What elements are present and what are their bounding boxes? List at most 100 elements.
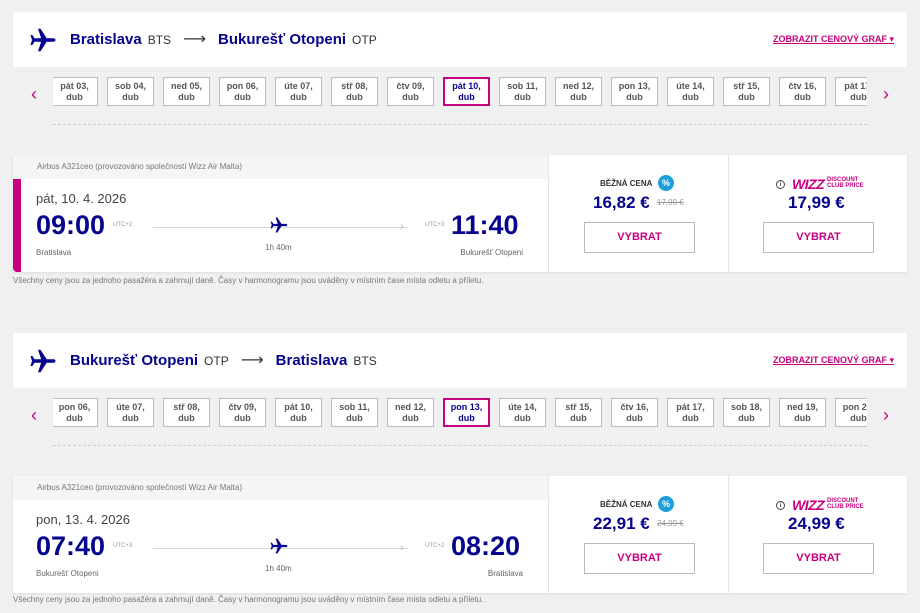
price-graph-link[interactable]: ZOBRAZIT CENOVÝ GRAF ▾: [773, 355, 894, 366]
date-chip[interactable]: čtv 09, dub: [387, 77, 434, 106]
airplane-icon: [30, 349, 56, 373]
date-chip[interactable]: úte 14, dub: [667, 77, 714, 106]
date-chip[interactable]: pon 13, dub: [443, 398, 490, 427]
arrival-city: Bratislava: [487, 569, 523, 578]
chevron-left-icon[interactable]: ‹: [27, 405, 41, 425]
date-chip[interactable]: pát 10, dub: [275, 398, 322, 427]
select-regular-button[interactable]: VYBRAT: [584, 222, 695, 253]
date-chip[interactable]: pon 06, dub: [219, 77, 266, 106]
date-chip[interactable]: pon 06, dub: [53, 398, 98, 427]
date-chip[interactable]: stř 15, dub: [723, 77, 770, 106]
regular-fare-label: BĚŽNÁ CENA: [600, 500, 653, 509]
flight-card: Airbus A321ceo (provozováno společností …: [13, 155, 907, 272]
date-chip[interactable]: sob 04, dub: [107, 77, 154, 106]
chevron-right-icon[interactable]: ›: [879, 84, 893, 104]
date-chip[interactable]: pát 03, dub: [53, 77, 98, 106]
date-chip-month: dub: [402, 92, 419, 102]
dates-viewport: pát 03, dub sob 04, dub ned 05, dub pon 06, dub…: [53, 77, 867, 109]
date-chip[interactable]: ned 12, dub: [387, 398, 434, 427]
disclaimer: Všechny ceny jsou za jednoho pasažéra a …: [13, 595, 484, 604]
date-chip[interactable]: pon 13, dub: [611, 77, 658, 106]
chevron-left-icon[interactable]: ‹: [27, 84, 41, 104]
date-chip-day: úte 14,: [676, 81, 705, 91]
airplane-icon: [30, 28, 56, 52]
wizz-logo-text: WIZZ: [792, 497, 825, 513]
date-chip[interactable]: stř 15, dub: [555, 398, 602, 427]
date-chip[interactable]: úte 07, dub: [275, 77, 322, 106]
date-chip-day: pon 13,: [450, 402, 483, 412]
select-club-button[interactable]: VYBRAT: [763, 543, 874, 574]
date-chip[interactable]: pát 17,dub: [667, 398, 714, 427]
date-chip[interactable]: úte 07, dub: [107, 398, 154, 427]
date-chip-day: pát 10,: [284, 402, 313, 412]
dates-row: pon 06, dub úte 07, dub stř 08, dub čtv 09, dub…: [53, 398, 867, 428]
date-chip-month: dub: [290, 413, 307, 423]
date-chip[interactable]: sob 18, dub: [723, 398, 770, 427]
aircraft-info: Airbus A321ceo (provozováno společností …: [37, 483, 242, 492]
date-chip-day: čtv 09,: [228, 402, 257, 412]
date-chip[interactable]: ned 05, dub: [163, 77, 210, 106]
select-regular-button[interactable]: VYBRAT: [584, 543, 695, 574]
date-chip-day: sob 11,: [507, 81, 538, 91]
date-chip[interactable]: stř 08, dub: [163, 398, 210, 427]
destination-city: Bukurešť Otopeni: [218, 31, 347, 48]
route-header: Bukurešť Otopeni OTP ⟶ Bratislava BTS ZO…: [13, 333, 907, 388]
date-chip-day: stř 15,: [565, 402, 592, 412]
date-chip-month: dub: [178, 92, 195, 102]
route-arrow-icon: ⟶: [183, 31, 206, 48]
select-club-button[interactable]: VYBRAT: [763, 222, 874, 253]
date-chip[interactable]: čtv 16, dub: [779, 77, 826, 106]
flight-date: pát, 10. 4. 2026: [36, 191, 127, 206]
date-chip[interactable]: čtv 09, dub: [219, 398, 266, 427]
regular-fare: BĚŽNÁ CENA % 16,82 € 17,99 € VYBRAT: [548, 155, 728, 272]
departure-timezone: UTC+2: [113, 222, 133, 228]
date-chip-day: pon 20,: [842, 402, 867, 412]
date-chip-day: sob 04,: [114, 81, 146, 91]
date-chip-day: úte 14,: [508, 402, 537, 412]
date-chip-day: pon 06,: [58, 402, 91, 412]
date-chip[interactable]: pon 20,dub: [835, 398, 867, 427]
info-icon[interactable]: i: [776, 501, 785, 510]
destination-city: Bratislava: [275, 352, 348, 369]
date-chip[interactable]: ned 19, dub: [779, 398, 826, 427]
date-chip-month: dub: [346, 92, 363, 102]
price-graph-link[interactable]: ZOBRAZIT CENOVÝ GRAF ▾: [773, 34, 894, 45]
info-icon[interactable]: i: [776, 180, 785, 189]
date-chip-day: pon 13,: [618, 81, 651, 91]
chevron-right-icon[interactable]: ›: [879, 405, 893, 425]
airplane-icon: [270, 538, 288, 554]
date-chip[interactable]: úte 14, dub: [499, 398, 546, 427]
date-chip[interactable]: stř 08, dub: [331, 77, 378, 106]
date-chip[interactable]: ned 12, dub: [555, 77, 602, 106]
date-chip-day: úte 07,: [284, 81, 313, 91]
old-price: 24,99 €: [657, 519, 684, 528]
date-chip-day: úte 07,: [116, 402, 145, 412]
timeline-arrow-icon: ›: [400, 221, 404, 233]
date-chip[interactable]: sob 11, dub: [331, 398, 378, 427]
flight-duration: 1h 40m: [265, 243, 292, 252]
route-title: Bukurešť Otopeni OTP ⟶ Bratislava BTS: [70, 350, 377, 370]
date-chip[interactable]: pát 17,dub: [835, 77, 867, 106]
date-chip-month: dub: [458, 92, 475, 102]
date-selector: ‹ pát 03, dub sob 04, dub ned 05, dub pon 06, d…: [13, 70, 907, 125]
date-chip[interactable]: čtv 16, dub: [611, 398, 658, 427]
date-chip[interactable]: pát 10, dub: [443, 77, 490, 106]
departure-time: 07:40: [36, 531, 106, 561]
date-chip-day: pon 06,: [226, 81, 259, 91]
date-chip-month: dub: [66, 92, 83, 102]
card-header: Airbus A321ceo (provozováno společností …: [13, 476, 548, 500]
regular-fare-label: BĚŽNÁ CENA: [600, 179, 653, 188]
date-chip-day: čtv 16,: [620, 402, 649, 412]
date-chip-day: pát 17,: [676, 402, 705, 412]
club-price: 24,99 €: [788, 514, 845, 533]
date-chip[interactable]: sob 11, dub: [499, 77, 546, 106]
date-chip-month: dub: [738, 92, 755, 102]
date-chip-month: dub: [178, 413, 195, 423]
timeline-arrow-icon: ›: [400, 542, 404, 554]
date-chip-month: dub: [66, 413, 83, 423]
departure-time: 09:00: [36, 210, 106, 240]
flight-duration: 1h 40m: [265, 564, 292, 573]
route-header: Bratislava BTS ⟶ Bukurešť Otopeni OTP ZO…: [13, 12, 907, 67]
date-chip-day: sob 11,: [339, 402, 370, 412]
departure-timezone: UTC+3: [113, 543, 133, 549]
